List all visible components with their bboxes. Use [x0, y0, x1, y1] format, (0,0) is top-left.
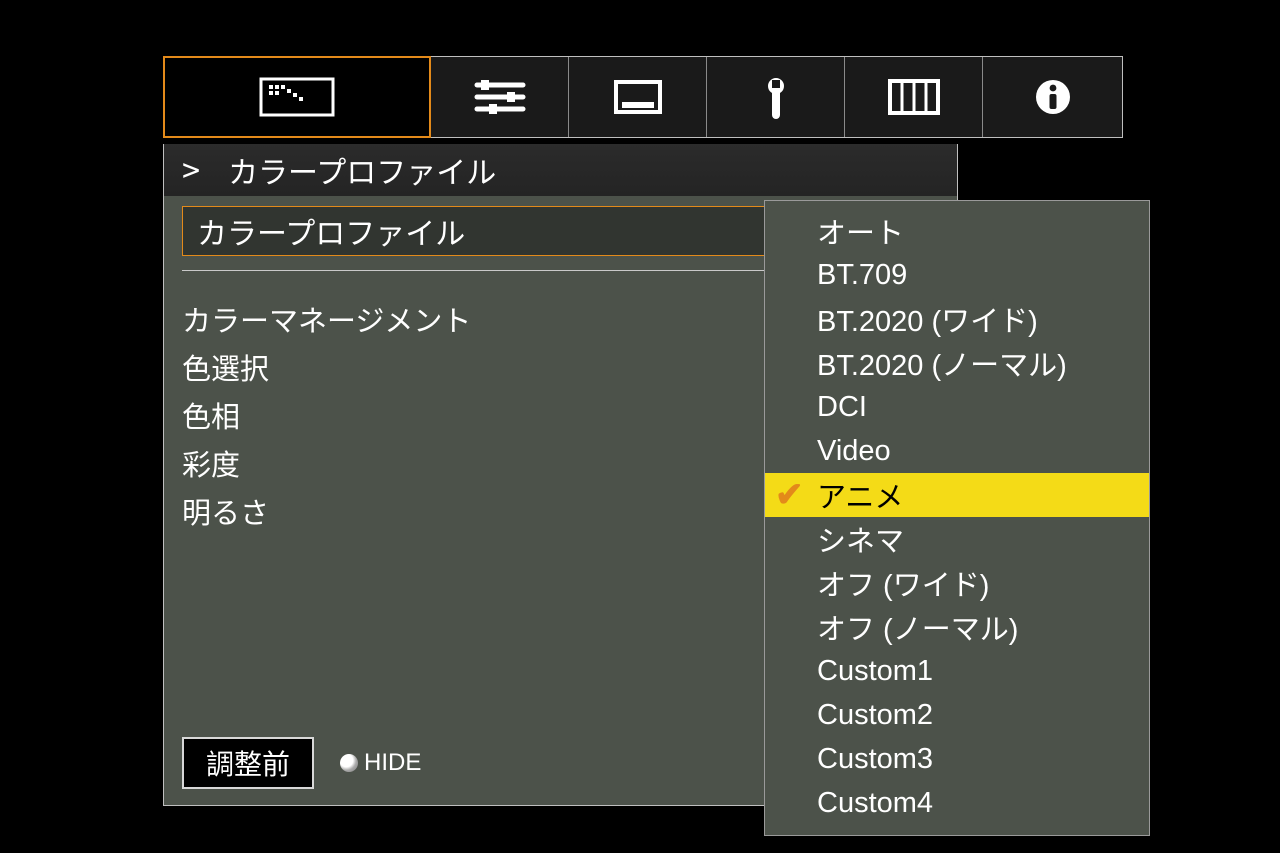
- hue-label: 色相: [182, 394, 851, 436]
- option-cinema[interactable]: シネマ: [765, 517, 1149, 561]
- hide-indicator[interactable]: HIDE: [340, 749, 421, 777]
- color-profile-popup: オート BT.709 BT.2020 (ワイド) BT.2020 (ノーマル) …: [764, 200, 1150, 836]
- before-adjust-button[interactable]: 調整前: [182, 737, 314, 789]
- option-custom1[interactable]: Custom1: [765, 649, 1149, 693]
- option-bt709[interactable]: BT.709: [765, 253, 1149, 297]
- option-bt2020-wide[interactable]: BT.2020 (ワイド): [765, 297, 1149, 341]
- tab-picture[interactable]: [163, 56, 431, 138]
- color-profile-label: カラープロファイル: [197, 209, 465, 253]
- picture-mode-icon: [253, 73, 341, 121]
- wrench-icon: [762, 74, 790, 120]
- breadcrumb: > カラープロファイル: [163, 144, 958, 196]
- tab-bar: [163, 56, 1123, 138]
- tab-input[interactable]: [569, 57, 707, 137]
- tab-setup[interactable]: [707, 57, 845, 137]
- check-icon: ✔: [775, 478, 804, 512]
- brightness-label: 明るさ: [182, 490, 851, 532]
- info-icon: [1033, 77, 1073, 117]
- option-anime[interactable]: ✔ アニメ: [765, 473, 1149, 517]
- tab-adjust[interactable]: [431, 57, 569, 137]
- option-custom4[interactable]: Custom4: [765, 781, 1149, 825]
- sliders-icon: [473, 77, 527, 117]
- option-video[interactable]: Video: [765, 429, 1149, 473]
- hide-dot-icon: [340, 754, 358, 772]
- install-grid-icon: [887, 78, 941, 116]
- osd-menu: > カラープロファイル カラープロファイル カラーマネージメント 色選択 色相 …: [163, 56, 1123, 806]
- saturation-label: 彩度: [182, 442, 851, 484]
- settings-panel: カラープロファイル カラーマネージメント 色選択 色相 0 彩度 0 明るさ 0: [163, 196, 958, 806]
- option-auto[interactable]: オート: [765, 209, 1149, 253]
- option-bt2020-normal[interactable]: BT.2020 (ノーマル): [765, 341, 1149, 385]
- hide-label: HIDE: [364, 749, 421, 776]
- breadcrumb-title: カラープロファイル: [228, 148, 496, 192]
- option-off-wide[interactable]: オフ (ワイド): [765, 561, 1149, 605]
- tab-info[interactable]: [983, 57, 1122, 137]
- option-dci[interactable]: DCI: [765, 385, 1149, 429]
- tab-grid[interactable]: [845, 57, 983, 137]
- input-signal-icon: [612, 78, 664, 116]
- option-custom2[interactable]: Custom2: [765, 693, 1149, 737]
- breadcrumb-marker: >: [182, 153, 200, 188]
- option-custom3[interactable]: Custom3: [765, 737, 1149, 781]
- panel-footer: 調整前 HIDE: [182, 737, 421, 789]
- option-off-normal[interactable]: オフ (ノーマル): [765, 605, 1149, 649]
